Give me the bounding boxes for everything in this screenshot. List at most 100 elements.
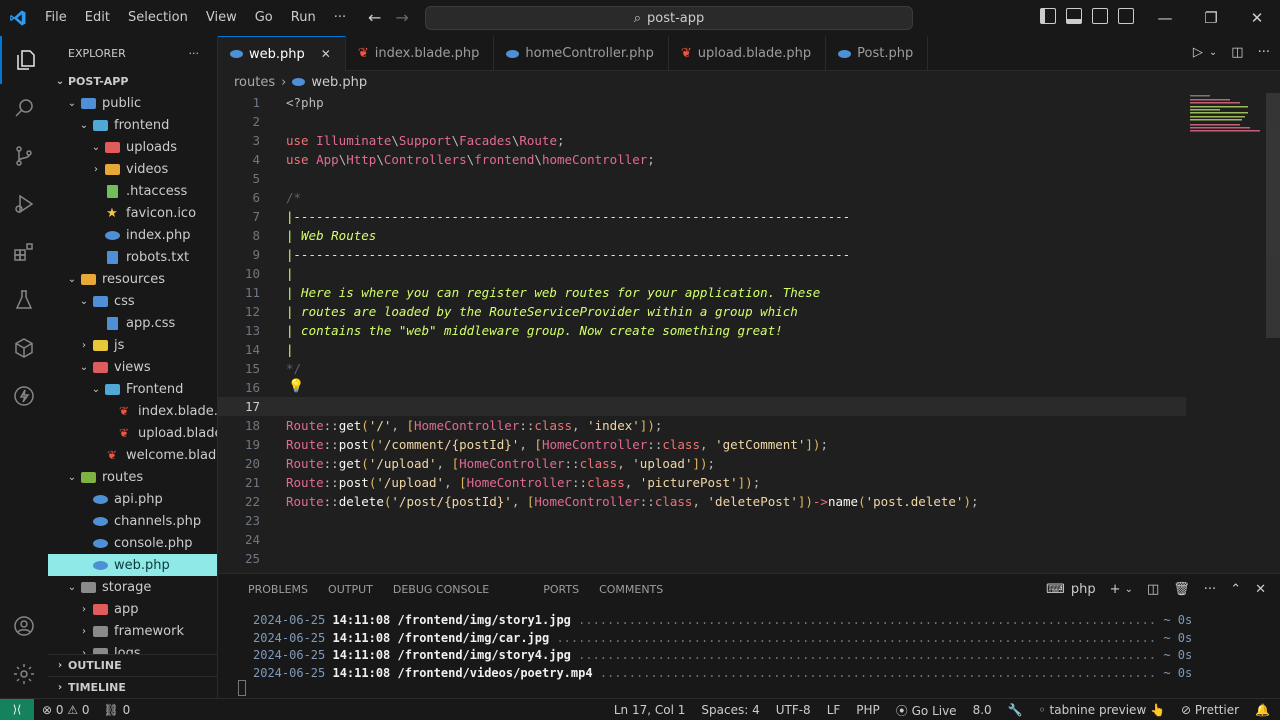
menu-item-view[interactable]: View <box>197 0 246 36</box>
close-tab-icon[interactable]: ✕ <box>321 47 331 61</box>
editor-scrollbar[interactable] <box>1266 93 1280 573</box>
code-line[interactable]: 12 | routes are loaded by the RouteServic… <box>218 302 1186 321</box>
settings-gear-icon[interactable] <box>0 650 48 698</box>
extensions-icon[interactable] <box>0 228 48 276</box>
tree-item-welcome-blade-[interactable]: ❦ welcome.blade... <box>48 444 217 466</box>
panel-tab-comments[interactable]: COMMENTS <box>589 574 673 606</box>
account-icon[interactable] <box>0 602 48 650</box>
toggle-sidebar-icon[interactable] <box>1040 8 1056 24</box>
panel-tab-ports[interactable]: PORTS <box>533 574 589 606</box>
php-version[interactable]: 8.0 <box>973 703 992 717</box>
run-file-icon[interactable]: ▷ <box>1193 45 1203 61</box>
tabnine-status[interactable]: ◦ tabnine preview 👆 <box>1039 703 1165 717</box>
split-editor-icon[interactable]: ◫ <box>1231 45 1243 61</box>
close-window-icon[interactable]: ✕ <box>1234 0 1280 36</box>
lightning-icon[interactable] <box>0 372 48 420</box>
code-line[interactable]: 22 Route::delete('/post/{postId}', [HomeC… <box>218 492 1186 511</box>
command-center-search[interactable]: ⌕ post-app <box>425 6 913 30</box>
tab-post-php[interactable]: Post.php <box>826 36 929 71</box>
customize-layout-icon[interactable] <box>1118 8 1134 24</box>
code-line[interactable]: 2 <box>218 112 1186 131</box>
remote-indicator-icon[interactable]: ⟩⟨ <box>0 698 34 720</box>
tree-item-app-css[interactable]: app.css <box>48 312 217 334</box>
ports-status[interactable]: ⛓ 0 <box>104 703 131 717</box>
run-debug-icon[interactable] <box>0 180 48 228</box>
code-line[interactable]: 10 | <box>218 264 1186 283</box>
menu-item-run[interactable]: Run <box>282 0 325 36</box>
tab-index-blade-php[interactable]: ❦ index.blade.php <box>346 36 495 71</box>
back-arrow-icon[interactable]: ← <box>368 8 381 27</box>
toggle-secondary-sidebar-icon[interactable] <box>1092 8 1108 24</box>
code-line[interactable]: 20 Route::get('/upload', [HomeController:… <box>218 454 1186 473</box>
code-line[interactable]: 4 use App\Http\Controllers\frontend\homeC… <box>218 150 1186 169</box>
tree-item-robots-txt[interactable]: robots.txt <box>48 246 217 268</box>
code-line[interactable]: 17 <box>218 397 1186 416</box>
tab-homecontroller-php[interactable]: homeController.php <box>494 36 669 71</box>
toggle-panel-icon[interactable] <box>1066 8 1082 24</box>
forward-arrow-icon[interactable]: → <box>395 8 408 27</box>
code-line[interactable]: 5 <box>218 169 1186 188</box>
breadcrumb-folder[interactable]: routes <box>234 75 275 90</box>
code-line[interactable]: 21 Route::post('/upload', [HomeController… <box>218 473 1186 492</box>
code-line[interactable]: 3 use Illuminate\Support\Facades\Route; <box>218 131 1186 150</box>
code-line[interactable]: 8 | Web Routes <box>218 226 1186 245</box>
chevron-down-icon[interactable]: ⌄ <box>1209 45 1217 61</box>
code-line[interactable]: 13 | contains the "web" middleware group.… <box>218 321 1186 340</box>
breadcrumb-file[interactable]: web.php <box>311 75 367 90</box>
code-line[interactable]: 14 | <box>218 340 1186 359</box>
tree-item-favicon-ico[interactable]: ★ favicon.ico <box>48 202 217 224</box>
new-terminal-icon[interactable]: + <box>1110 582 1121 597</box>
code-line[interactable]: 19 Route::post('/comment/{postId}', [Home… <box>218 435 1186 454</box>
code-line[interactable]: 16 <box>218 378 1186 397</box>
trash-icon[interactable]: 🗑 <box>1173 582 1190 597</box>
tree-item-api-php[interactable]: api.php <box>48 488 217 510</box>
code-line[interactable]: 25 <box>218 549 1186 568</box>
code-line[interactable]: 18 Route::get('/', [HomeController::class… <box>218 416 1186 435</box>
code-line[interactable]: 1 <?php <box>218 93 1186 112</box>
tree-item-storage[interactable]: ⌄ storage <box>48 576 217 598</box>
code-line[interactable]: 11 | Here is where you can register web r… <box>218 283 1186 302</box>
tree-item-console-php[interactable]: console.php <box>48 532 217 554</box>
project-root[interactable]: ⌄ POST-APP <box>48 70 217 92</box>
chevron-down-icon[interactable]: ⌄ <box>1125 584 1133 595</box>
explorer-icon[interactable] <box>0 36 48 84</box>
tree-item-resources[interactable]: ⌄ resources <box>48 268 217 290</box>
more-actions-icon[interactable]: ··· <box>1204 582 1216 597</box>
language-mode[interactable]: PHP <box>856 703 880 717</box>
tree-item-upload-blade-[interactable]: ❦ upload.blade.... <box>48 422 217 444</box>
tree-item-frontend[interactable]: ⌄ frontend <box>48 114 217 136</box>
source-control-icon[interactable] <box>0 132 48 180</box>
restore-icon[interactable]: ❐ <box>1188 0 1234 36</box>
tree-item-public[interactable]: ⌄ public <box>48 92 217 114</box>
code-line[interactable]: 24 <box>218 530 1186 549</box>
outline-section[interactable]: › OUTLINE <box>48 654 217 676</box>
minimize-icon[interactable]: — <box>1142 0 1188 36</box>
code-editor[interactable]: 💡 1 <?php 2 3 use Illuminate\Support\Facades… <box>218 93 1280 573</box>
testing-icon[interactable] <box>0 276 48 324</box>
menu-item-edit[interactable]: Edit <box>76 0 119 36</box>
maximize-panel-icon[interactable]: ⌃ <box>1230 582 1241 597</box>
menu-item-file[interactable]: File <box>36 0 76 36</box>
tree-item-channels-php[interactable]: channels.php <box>48 510 217 532</box>
minimap[interactable] <box>1190 93 1268 133</box>
code-line[interactable]: 15 */ <box>218 359 1186 378</box>
close-panel-icon[interactable]: ✕ <box>1255 582 1266 597</box>
menu-item-selection[interactable]: Selection <box>119 0 197 36</box>
more-actions-icon[interactable]: ··· <box>1258 45 1270 61</box>
cursor-position[interactable]: Ln 17, Col 1 <box>614 703 686 717</box>
tree-item-views[interactable]: ⌄ views <box>48 356 217 378</box>
code-line[interactable]: 6 /* <box>218 188 1186 207</box>
panel-tab-output[interactable]: OUTPUT <box>318 574 383 606</box>
tree-item-frontend[interactable]: ⌄ Frontend <box>48 378 217 400</box>
code-line[interactable]: 23 <box>218 511 1186 530</box>
prettier-status[interactable]: ⊘ Prettier <box>1181 703 1239 717</box>
tree-item-index-blade-p-[interactable]: ❦ index.blade.p... <box>48 400 217 422</box>
menu-item-more[interactable]: ··· <box>325 0 355 36</box>
panel-tab-debug-console[interactable]: DEBUG CONSOLE <box>383 574 499 606</box>
tree-item-videos[interactable]: › videos <box>48 158 217 180</box>
tree-item-routes[interactable]: ⌄ routes <box>48 466 217 488</box>
terminal-name[interactable]: php <box>1071 582 1096 597</box>
tree-item-app[interactable]: › app <box>48 598 217 620</box>
code-line[interactable]: 9 |--------------------------------------… <box>218 245 1186 264</box>
go-live-button[interactable]: ⦿ Go Live <box>896 702 957 719</box>
